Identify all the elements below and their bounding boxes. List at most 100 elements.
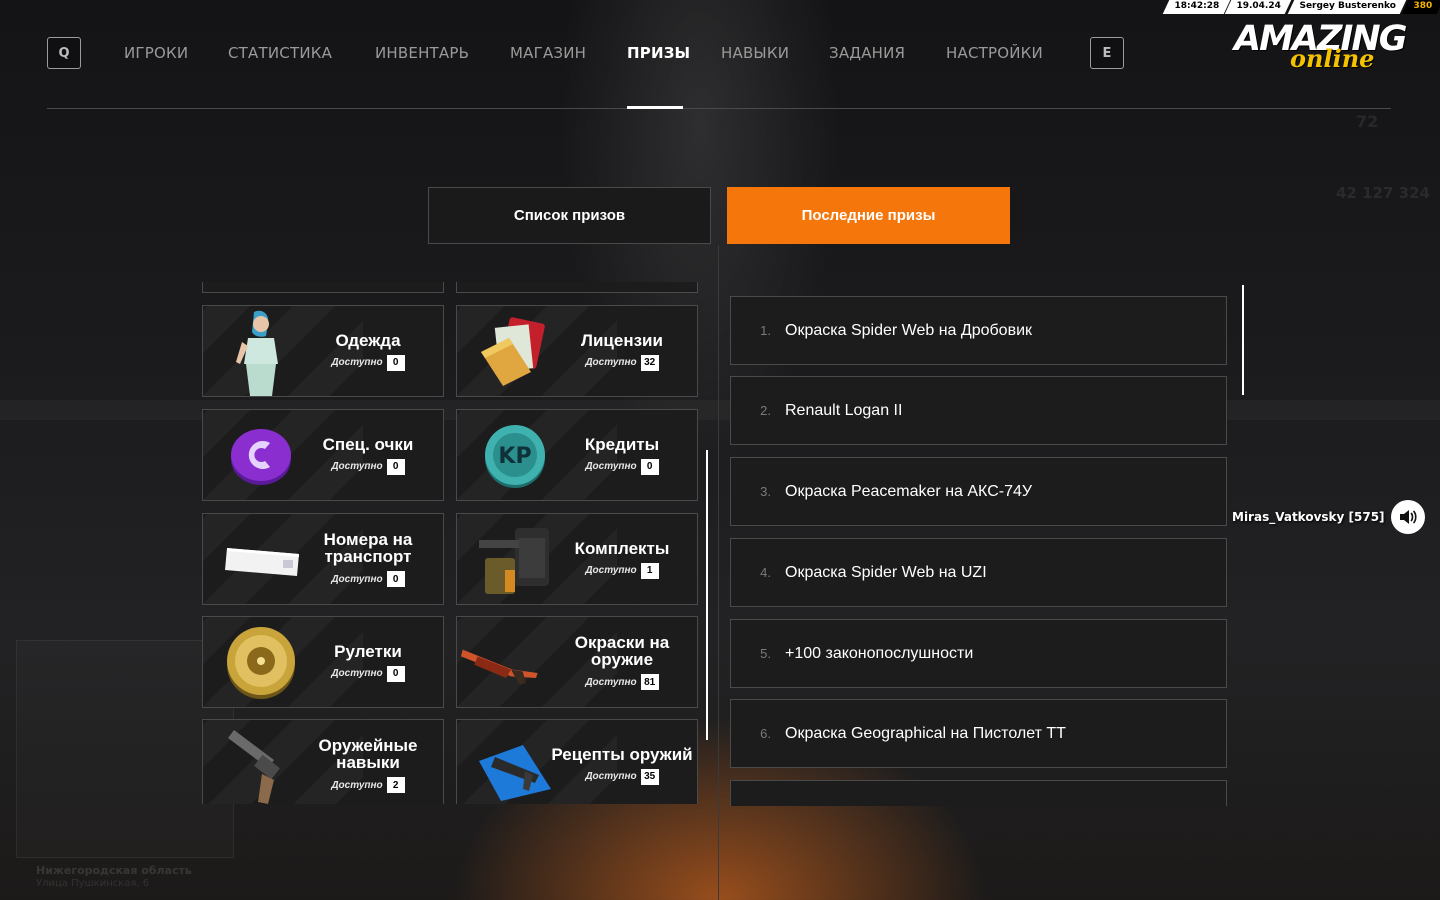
background-street-label: Улица Пушкинская, 6	[36, 878, 150, 889]
kit-icon	[475, 522, 555, 598]
available-label: Доступно	[585, 676, 637, 688]
prize-name: +100 законопослушности	[785, 644, 974, 662]
list-item[interactable]: 4. Окраска Spider Web на UZI	[730, 538, 1227, 607]
list-item[interactable]: 3. Окраска Peacemaker на АКС-74У	[730, 457, 1227, 526]
prize-number: 1.	[760, 323, 771, 338]
tab-settings[interactable]: НАСТРОЙКИ	[946, 44, 1043, 62]
available-label: Доступно	[585, 357, 637, 368]
tab-skills[interactable]: НАВЫКИ	[721, 44, 789, 62]
category-card-weapon-recipes[interactable]: Рецепты оружий Доступно 35	[456, 719, 698, 804]
category-card-weapon-skills[interactable]: Оружейные навыки Доступно 2	[202, 719, 444, 804]
available-count: 81	[640, 674, 659, 690]
tab-players[interactable]: ИГРОКИ	[124, 44, 188, 62]
weapon-skills-icon	[221, 728, 301, 804]
available-count: 1	[640, 562, 659, 579]
prize-categories-grid: Одежда Доступно 0 Лицензии Доступно 32 С…	[202, 282, 702, 804]
category-title: Кредиты	[584, 434, 660, 454]
list-item[interactable]: 6. Окраска Geographical на Пистолет ТТ	[730, 699, 1227, 768]
voice-speaker-name: Miras_Vatkovsky [575]	[1232, 510, 1385, 524]
available-count: 0	[386, 354, 405, 371]
category-title: Комплекты	[574, 538, 670, 558]
prize-number: 2.	[760, 403, 771, 418]
prize-name: Renault Logan II	[785, 401, 903, 419]
tab-shop[interactable]: МАГАЗИН	[510, 44, 586, 62]
prize-number: 3.	[760, 484, 771, 499]
nav-divider	[47, 108, 1391, 109]
nav-next-key-button[interactable]: E	[1090, 37, 1124, 69]
prize-number: 5.	[760, 646, 771, 661]
category-card-special-points[interactable]: Спец. очки Доступно 0	[202, 409, 444, 501]
tab-inventory[interactable]: ИНВЕНТАРЬ	[375, 44, 469, 62]
available-label: Доступно	[331, 461, 383, 472]
game-logo: AMAZING online	[1234, 22, 1426, 74]
list-item[interactable]: 2. Renault Logan II	[730, 376, 1227, 445]
active-tab-indicator	[627, 106, 683, 109]
available-label: Доступно	[331, 573, 383, 585]
panel-divider	[718, 245, 719, 900]
category-card-partial	[202, 282, 444, 293]
svg-text:KP: KP	[498, 444, 531, 469]
prize-name: Окраска Geographical на Пистолет ТТ	[785, 724, 1066, 742]
clothing-icon	[221, 310, 301, 396]
category-title: Рецепты оружий	[551, 744, 693, 764]
category-title: Одежда	[335, 330, 401, 350]
logo-sub-text: online	[1290, 44, 1375, 73]
available-count: 0	[386, 571, 405, 587]
available-label: Доступно	[585, 461, 637, 472]
list-item[interactable]: 5. +100 законопослушности	[730, 619, 1227, 688]
category-card-license-plates[interactable]: Номера на транспорт Доступно 0	[202, 513, 444, 605]
status-level: 380	[1401, 0, 1440, 14]
prize-list-button[interactable]: Список призов	[428, 187, 711, 244]
status-bar: 18:42:28 19.04.24 Sergey Busterenko 380	[1162, 0, 1440, 14]
available-count: 32	[640, 354, 659, 371]
voice-chat-indicator: Miras_Vatkovsky [575]	[1232, 500, 1425, 534]
available-label: Доступно	[331, 357, 383, 368]
category-card-roulettes[interactable]: Рулетки Доступно 0	[202, 616, 444, 708]
tab-statistics[interactable]: СТАТИСТИКА	[228, 44, 332, 62]
category-title: Спец. очки	[322, 434, 414, 454]
list-item[interactable]: 1. Окраска Spider Web на Дробовик	[730, 296, 1227, 365]
category-card-weapon-skins[interactable]: Окраски на оружие Доступно 81	[456, 616, 698, 708]
special-points-icon	[221, 418, 301, 494]
background-hud-number: 72	[1356, 112, 1379, 131]
category-title: Окраски на оружие	[574, 633, 670, 669]
available-label: Доступно	[585, 771, 637, 782]
roulette-icon	[221, 625, 301, 701]
weapon-recipe-icon	[475, 728, 555, 804]
category-title: Рулетки	[334, 641, 402, 661]
category-title: Оружейные навыки	[318, 736, 418, 772]
prize-name: Окраска Peacemaker на АКС-74У	[785, 482, 1033, 500]
prizes-scrollbar[interactable]	[1242, 285, 1244, 395]
category-title: Номера на транспорт	[323, 530, 413, 566]
prize-name: Окраска Spider Web на UZI	[785, 563, 987, 581]
category-card-clothing[interactable]: Одежда Доступно 0	[202, 305, 444, 397]
category-card-partial	[456, 282, 698, 293]
available-count: 2	[386, 777, 405, 793]
prize-name: Окраска Spider Web на Дробовик	[785, 321, 1032, 339]
tab-quests[interactable]: ЗАДАНИЯ	[829, 44, 905, 62]
available-count: 0	[386, 458, 405, 475]
nav-prev-key-button[interactable]: Q	[47, 37, 81, 69]
list-item-partial[interactable]	[730, 780, 1227, 806]
categories-scrollbar[interactable]	[706, 450, 708, 740]
background-money: 42 127 324	[1336, 184, 1430, 202]
recent-prizes-list: 1. Окраска Spider Web на Дробовик 2. Ren…	[730, 296, 1227, 806]
category-card-kits[interactable]: Комплекты Доступно 1	[456, 513, 698, 605]
tab-prizes[interactable]: ПРИЗЫ	[627, 44, 690, 62]
available-label: Доступно	[585, 565, 637, 576]
available-label: Доступно	[331, 668, 383, 679]
prize-number: 4.	[760, 565, 771, 580]
recent-prizes-button[interactable]: Последние призы	[727, 187, 1010, 244]
status-player-name: Sergey Busterenko	[1287, 0, 1407, 14]
status-date: 19.04.24	[1225, 0, 1292, 14]
license-plate-icon	[223, 522, 303, 598]
category-card-licenses[interactable]: Лицензии Доступно 32	[456, 305, 698, 397]
category-card-credits[interactable]: KP Кредиты Доступно 0	[456, 409, 698, 501]
background-region-label: Нижегородская область	[36, 864, 192, 877]
credits-icon: KP	[475, 418, 555, 494]
available-count: 35	[640, 768, 659, 785]
license-icon	[475, 314, 555, 390]
category-title: Лицензии	[581, 330, 663, 350]
weapon-skin-icon	[461, 625, 541, 701]
status-time: 18:42:28	[1162, 0, 1230, 14]
